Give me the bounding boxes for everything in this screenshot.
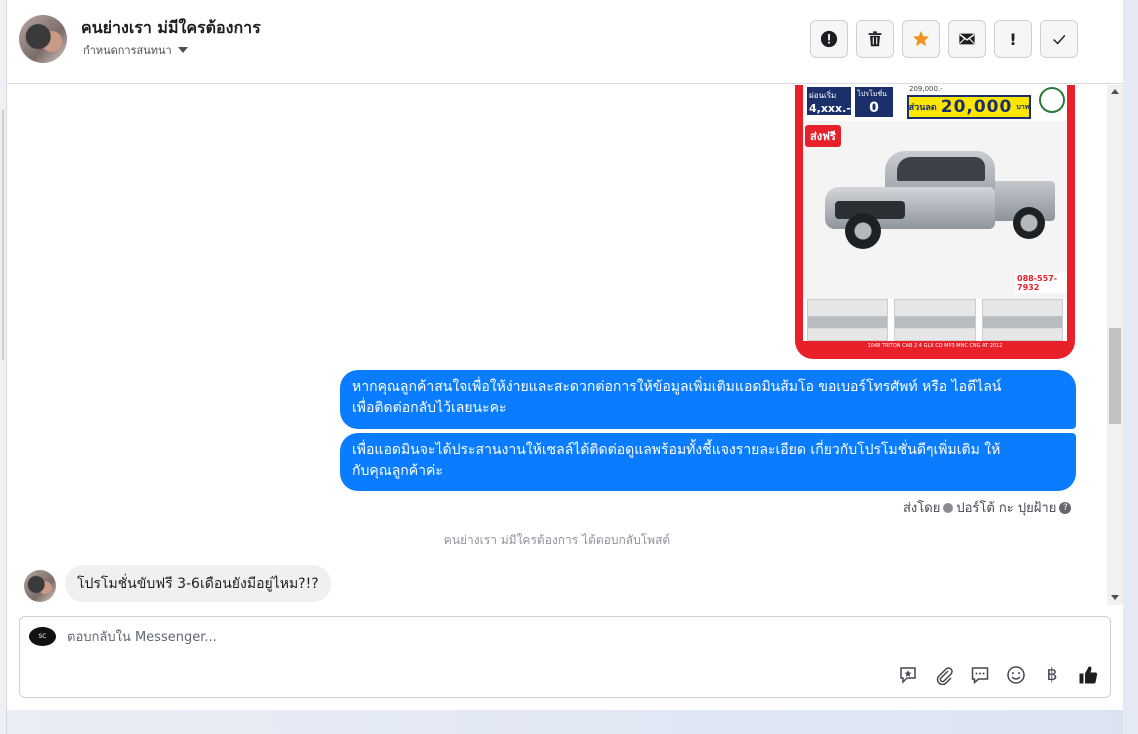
thumbnail	[807, 299, 889, 341]
left-edge	[0, 0, 7, 734]
promo-topbar: ผ่อนเริ่ม 4,xxx.- โปรโมชั่น 0 209,000.- …	[803, 85, 1067, 121]
message-line: เพื่อแอดมินจะได้ประสานงานให้เซลล์ได้ติดต…	[352, 442, 1001, 458]
scroll-up-arrow[interactable]	[1111, 89, 1119, 94]
discount-label: ส่วนลด	[908, 103, 937, 113]
truck-wheel-front	[845, 213, 881, 249]
post-reply-note: คนย่างเรา ม่มีใครต้องการ ได้ตอบกลับโพสต์	[443, 533, 671, 547]
car-promo-content: ผ่อนเริ่ม 4,xxx.- โปรโมชั่น 0 209,000.- …	[803, 85, 1067, 341]
original-price: 209,000.-	[909, 85, 943, 93]
baht-icon: ฿	[1046, 665, 1058, 685]
left-edge-mark	[2, 110, 4, 360]
conversation-settings-label: กำหนดการสนทนา	[83, 44, 172, 57]
outgoing-message[interactable]: เพื่อแอดมินจะได้ประสานงานให้เซลล์ได้ติดต…	[340, 433, 1076, 491]
sent-by-label: ส่งโดย	[903, 501, 941, 516]
star-icon	[912, 30, 930, 47]
spam-button[interactable]: !	[994, 20, 1032, 58]
quick-reply-icon	[971, 667, 989, 685]
thumbnail	[981, 299, 1063, 341]
delete-button[interactable]	[856, 20, 894, 58]
installment-label: ผ่อนเริ่ม	[809, 91, 837, 100]
conversation-panel: คนย่างเรา ม่มีใครต้องการ กำหนดการสนทนา !	[7, 0, 1123, 710]
caret-down-icon	[177, 47, 188, 53]
mark-unread-button[interactable]	[948, 20, 986, 58]
thumbnail-strip	[803, 299, 1067, 341]
like-button[interactable]	[1076, 663, 1100, 687]
truck-wheel-rear	[1013, 207, 1045, 239]
message-line: กับคุณลูกค้าค่ะ	[352, 463, 443, 479]
down-label: โปรโมชั่น	[857, 90, 887, 98]
message-list[interactable]: ผ่อนเริ่ม 4,xxx.- โปรโมชั่น 0 209,000.- …	[7, 85, 1123, 605]
discount-banner: ส่วนลด 20,000 บาท	[907, 95, 1031, 119]
dealer-phone: 088-557-7932	[1015, 273, 1067, 293]
composer-tools: ฿	[896, 663, 1100, 687]
installment-value: 4,xxx.-	[809, 102, 851, 115]
attach-button[interactable]	[932, 663, 956, 687]
help-icon[interactable]: ?	[1059, 501, 1072, 514]
reply-input[interactable]	[67, 628, 867, 646]
message-composer: SC ฿	[19, 616, 1111, 698]
free-shipping-tag: ส่งฟรี	[805, 125, 841, 147]
contact-name[interactable]: คนย่างเรา ม่มีใครต้องการ	[81, 16, 261, 41]
outgoing-message[interactable]: หากคุณลูกค้าสนใจเพื่อให้ง่ายและสะดวกต่อก…	[340, 370, 1076, 429]
contact-avatar[interactable]	[19, 15, 67, 63]
emoji-icon	[1007, 666, 1025, 684]
sent-by-name: ปอร์โต้ กะ ปุยฝ้าย	[956, 501, 1057, 516]
like-icon	[1079, 666, 1098, 684]
exclamation-icon: !	[1009, 29, 1017, 49]
truck-window	[897, 157, 985, 181]
incoming-message[interactable]: โปรโมชั่นขับฟรี 3-6เดือนยังมีอยู่ไหม?!?	[65, 565, 331, 602]
emoji-button[interactable]	[1004, 663, 1028, 687]
saved-reply-icon	[900, 667, 916, 684]
attachment-icon	[936, 667, 953, 685]
pickup-truck-picture	[825, 151, 1055, 249]
car-promo-image[interactable]: ผ่อนเริ่ม 4,xxx.- โปรโมชั่น 0 209,000.- …	[795, 85, 1075, 359]
quick-reply-button[interactable]	[968, 663, 992, 687]
message-line: เพื่อติดต่อกลับไว้เลยนะคะ	[352, 400, 507, 416]
sender-status-icon	[943, 502, 954, 513]
message-line: หากคุณลูกค้าสนใจเพื่อให้ง่ายและสะดวกต่อก…	[352, 379, 1002, 395]
trash-icon	[868, 31, 882, 47]
sent-by-info: ส่งโดย ปอร์โต้ กะ ปุยฝ้าย ?	[903, 497, 1072, 518]
installment-badge: ผ่อนเริ่ม 4,xxx.-	[807, 87, 851, 115]
saved-reply-button[interactable]	[896, 663, 920, 687]
down-payment-badge: โปรโมชั่น 0	[855, 87, 893, 117]
discount-unit: บาท	[1016, 102, 1030, 111]
conversation-header: คนย่างเรา ม่มีใครต้องการ กำหนดการสนทนา !	[7, 0, 1123, 84]
payment-button[interactable]: ฿	[1040, 663, 1064, 687]
scrollbar-thumb[interactable]	[1109, 328, 1121, 424]
discount-value: 20,000	[940, 97, 1013, 117]
check-icon	[1053, 34, 1066, 45]
page-avatar: SC	[29, 627, 56, 646]
conversation-settings-dropdown[interactable]: กำหนดการสนทนา	[83, 41, 188, 59]
contact-avatar-small[interactable]	[24, 570, 56, 602]
mail-icon	[959, 33, 975, 45]
car-model-caption: 1048 TRITON CAB 2.4 GLX CD MP3 MNC CNG A…	[867, 343, 1003, 349]
report-icon	[820, 30, 838, 48]
message-list-scrollbar[interactable]	[1107, 85, 1123, 605]
dealer-logo	[1039, 87, 1065, 113]
down-value: 0	[869, 100, 879, 116]
star-button[interactable]	[902, 20, 940, 58]
header-actions: !	[810, 20, 1078, 58]
thumbnail	[894, 299, 976, 341]
right-strip	[1123, 0, 1138, 734]
scroll-down-arrow[interactable]	[1111, 595, 1119, 600]
mark-done-button[interactable]	[1040, 20, 1078, 58]
report-button[interactable]	[810, 20, 848, 58]
